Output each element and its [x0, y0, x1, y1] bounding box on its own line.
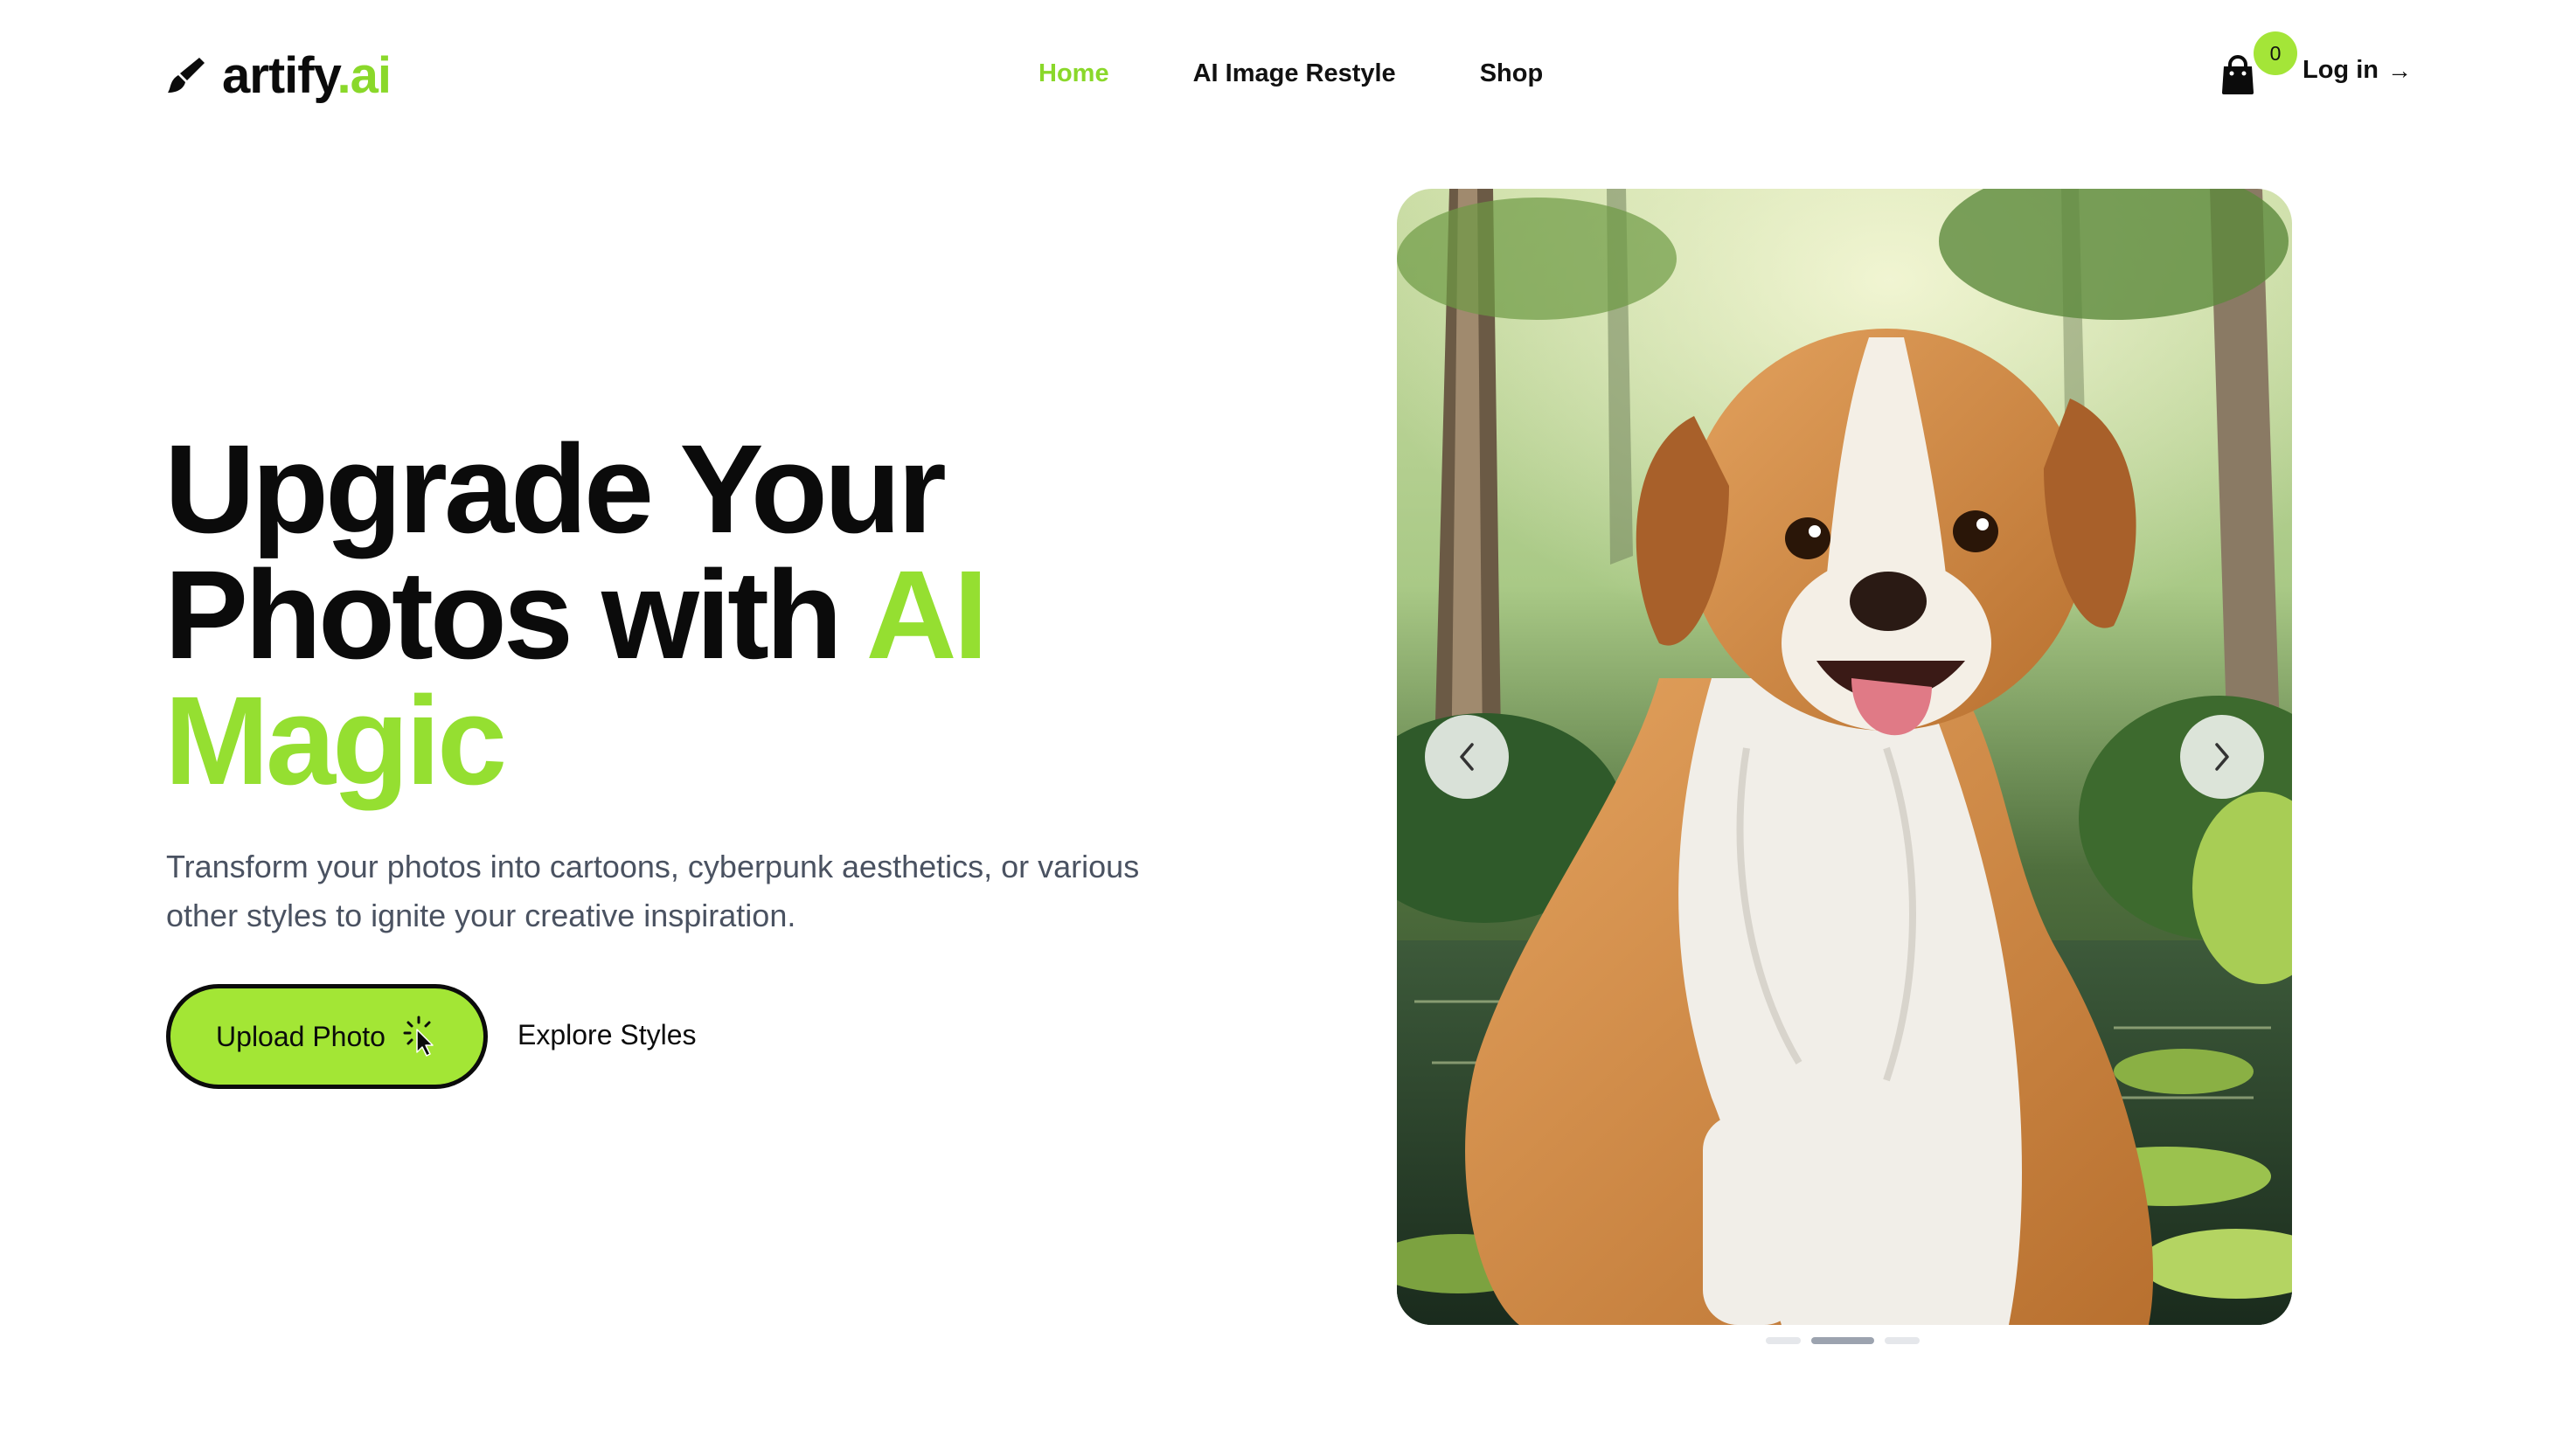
cart-button[interactable]: 0 — [2219, 31, 2297, 96]
chevron-left-icon — [1460, 743, 1474, 771]
login-label: Log in — [2303, 56, 2379, 84]
hero-subtitle: Transform your photos into cartoons, cyb… — [166, 849, 1140, 933]
explore-styles-link[interactable]: Explore Styles — [517, 1019, 697, 1051]
brand-suffix: .ai — [337, 46, 392, 104]
hero-title-line-3: Magic — [164, 670, 507, 811]
nav-item-home[interactable]: Home — [1038, 59, 1109, 88]
carousel-dot-1[interactable] — [1766, 1337, 1801, 1344]
hero-title-line-2: Photos with AI — [164, 552, 1301, 678]
paintbrush-icon — [168, 58, 205, 93]
hero-title-line-2-text: Photos with — [164, 544, 866, 685]
carousel-prev-button[interactable] — [1425, 715, 1509, 799]
arrow-right-icon: → — [2386, 56, 2412, 84]
shopping-bag-icon — [2222, 55, 2254, 94]
brand-logo[interactable]: artify.ai — [164, 44, 392, 107]
site-header: artify.ai Home AI Image Restyle Shop 0 L… — [0, 0, 2570, 149]
carousel-indicators — [1766, 1337, 1930, 1344]
brand-name: artify — [222, 46, 338, 104]
chevron-right-icon — [2215, 743, 2229, 771]
upload-photo-label: Upload Photo — [216, 1020, 386, 1052]
hero-title-line-1: Upgrade Your — [164, 419, 947, 559]
main-nav: Home AI Image Restyle Shop — [1038, 54, 1543, 93]
login-link[interactable]: Log in → — [2303, 56, 2412, 85]
nav-item-ai-image-restyle[interactable]: AI Image Restyle — [1193, 59, 1396, 88]
nav-item-shop[interactable]: Shop — [1480, 59, 1544, 88]
carousel-next-button[interactable] — [2180, 715, 2264, 799]
carousel-slide — [1397, 189, 2292, 1325]
cart-count-badge: 0 — [2254, 31, 2297, 75]
click-cursor-icon — [403, 1016, 434, 1057]
hero-title: Upgrade Your Photos with AI Magic — [164, 426, 1301, 804]
slide-image-dog — [1397, 189, 2292, 1325]
carousel-dot-3[interactable] — [1885, 1337, 1920, 1344]
carousel-dot-2[interactable] — [1811, 1337, 1874, 1344]
upload-photo-button[interactable]: Upload Photo — [166, 984, 488, 1089]
hero-title-accent-ai: AI — [865, 544, 989, 685]
